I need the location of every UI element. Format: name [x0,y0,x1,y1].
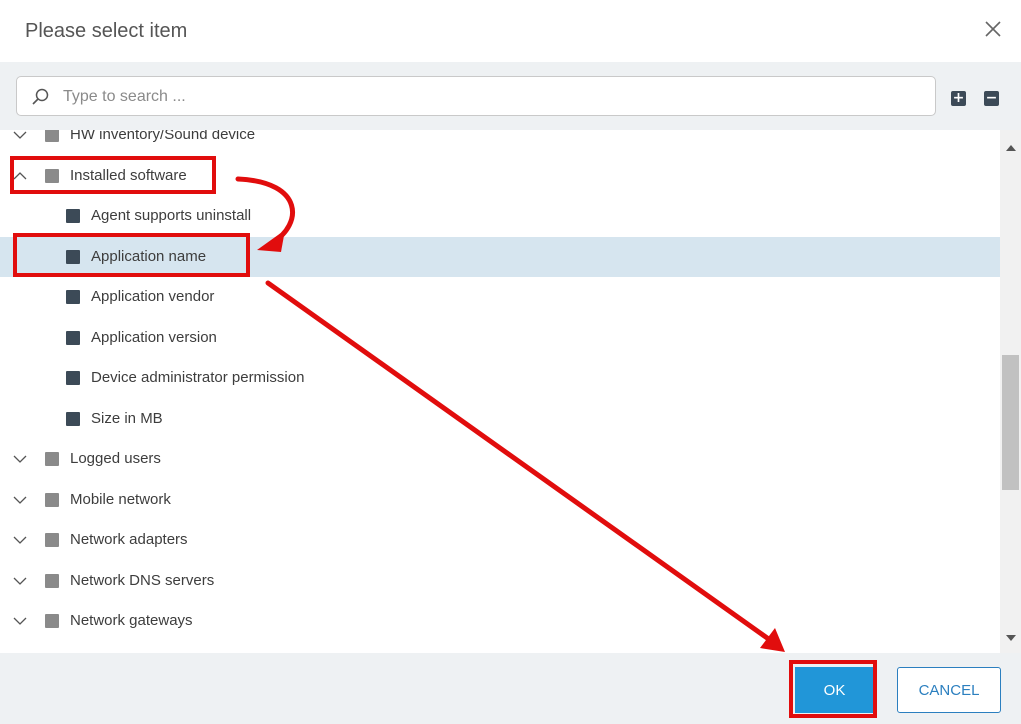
search-input[interactable] [61,83,925,111]
tree-item[interactable]: Network gateways [0,601,1000,641]
group-box-icon [45,533,59,547]
chevron-down-icon[interactable] [12,532,28,548]
tree-item-label: Agent supports uninstall [91,207,252,224]
field-box-icon [66,330,80,345]
tree-item-label: Logged users [70,450,161,467]
group-box-icon [45,492,59,507]
tree-item[interactable]: Device administrator permission [0,358,1000,398]
chevron-down-icon[interactable] [12,451,28,467]
field-box-icon [66,371,80,385]
tree-item[interactable]: Agent supports uninstall [0,196,1000,236]
tree-item-label: Application name [91,247,207,265]
tree-item[interactable]: Application name [0,236,1000,277]
tree-item[interactable]: Size in MB [0,399,1000,439]
tree-item-label: Size in MB [91,409,163,427]
tree-item-label: Application version [91,328,217,346]
tree-item[interactable]: Network adapters [0,520,1000,560]
tree-item[interactable]: Mobile network [0,480,1000,520]
tree-item-label: Device administrator permission [91,369,305,386]
chevron-down-icon[interactable] [12,492,28,508]
tree-item[interactable]: Installed software [0,156,1000,196]
tree-item-label: Mobile network [70,490,171,508]
tree-item[interactable]: HW inventory/Sound device [0,130,1000,155]
tree-item-label: Application vendor [91,288,215,305]
group-box-icon [45,614,59,628]
field-box-icon [66,249,80,264]
ok-button[interactable]: OK [795,667,874,713]
select-item-dialog: Please select item + − HW inventory/Soun… [0,0,1021,724]
group-box-icon [45,573,59,588]
group-box-icon [45,130,59,142]
scrollbar-thumb[interactable] [1002,355,1019,490]
tree-item[interactable]: Application vendor [0,277,1000,317]
field-box-icon [66,411,80,426]
chevron-down-icon[interactable] [12,613,28,629]
chevron-up-icon[interactable] [12,168,28,184]
search-box[interactable] [16,76,936,116]
tree-item[interactable]: Network DNS servers [0,561,1000,601]
cancel-button[interactable]: CANCEL [897,667,1001,713]
chevron-down-icon[interactable] [12,130,28,143]
chevron-down-icon[interactable] [12,573,28,589]
tree-scrollbar[interactable] [1000,130,1021,653]
field-box-icon [66,290,80,304]
group-box-icon [45,452,59,466]
close-icon[interactable] [982,18,1004,40]
tree-item[interactable]: Logged users [0,439,1000,479]
tree-item-label: HW inventory/Sound device [70,130,256,143]
scroll-down-arrow-icon[interactable] [1006,635,1016,641]
group-box-icon [45,168,59,183]
item-tree: HW inventory/Sound device Installed softw… [0,130,1000,653]
field-box-icon [66,209,80,223]
tree-item[interactable]: Application version [0,318,1000,358]
tree-item-label: Network adapters [70,531,188,548]
tree-item-label: Installed software [70,166,187,184]
dialog-header: Please select item [0,0,1021,62]
collapse-all-button[interactable]: − [984,91,999,106]
expand-all-button[interactable]: + [951,91,966,106]
tree-item-label: Network gateways [70,612,193,629]
scroll-up-arrow-icon[interactable] [1006,145,1016,151]
search-icon [32,88,49,105]
dialog-title: Please select item [25,20,188,42]
tree-item-label: Network DNS servers [70,571,215,589]
